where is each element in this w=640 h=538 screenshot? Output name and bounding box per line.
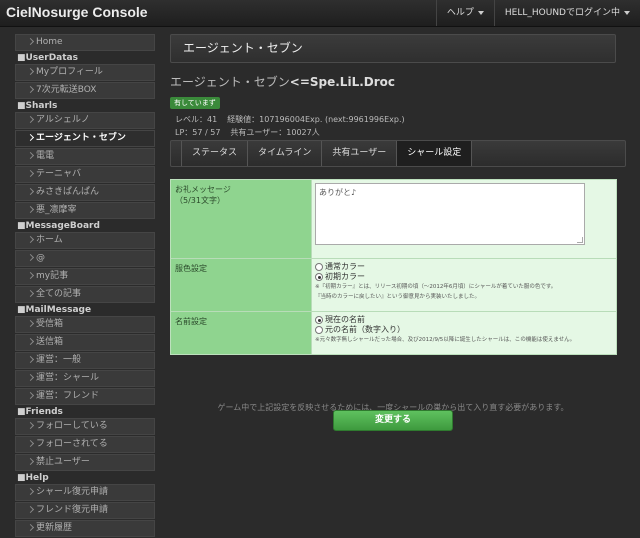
tab-bar: ステータス タイムライン 共有ユーザー シャール設定 — [170, 140, 626, 167]
color-option-initial-label: 初期カラー — [325, 272, 365, 281]
settings-form: お礼メッセージ （5/31文字） ありがと♪ 服色設定 通常カラー 初期カラー … — [170, 179, 617, 355]
name-label: 名前設定 — [171, 312, 312, 354]
sidebar-item[interactable]: 電電 — [15, 148, 155, 165]
radio-normal-color[interactable] — [315, 263, 323, 271]
sidebar-item[interactable]: 運営：シャール — [15, 370, 155, 387]
sidebar-item[interactable]: 悪_凛摩宰 — [15, 202, 155, 219]
user-menu-label: HELL_HOUNDでログイン中 — [504, 8, 620, 18]
name-option-current[interactable]: 現在の名前 — [315, 315, 613, 325]
sidebar-item[interactable]: 更新履歴 — [15, 520, 155, 537]
tab-item[interactable]: タイムライン — [248, 141, 323, 166]
color-option-initial[interactable]: 初期カラー — [315, 272, 613, 282]
sidebar-item[interactable]: みさきぱんぱん — [15, 184, 155, 201]
help-menu[interactable]: ヘルプ — [435, 0, 494, 26]
submit-button[interactable]: 変更する — [333, 410, 453, 431]
sidebar-item[interactable]: シャール復元申請 — [15, 484, 155, 501]
color-row: 服色設定 通常カラー 初期カラー ※『初期カラー』とは、リリース初期の頃（〜20… — [171, 259, 616, 312]
sidebar-item[interactable]: @ — [15, 250, 155, 267]
app-title[interactable]: CielNosurge Console — [6, 4, 148, 20]
name-option-original-label: 元の名前（数字入り） — [325, 325, 405, 334]
sidebar-item[interactable]: エージェント・セブン — [15, 130, 155, 147]
top-navbar: CielNosurge Console ヘルプ HELL_HOUNDでログイン中 — [0, 0, 640, 27]
message-label: お礼メッセージ （5/31文字） — [171, 180, 312, 258]
radio-initial-color[interactable] — [315, 273, 323, 281]
unit-name: エージェント・セブン<=Spe.LiL.Droc — [170, 73, 616, 90]
exp-text: 経験値：107196004Exp. (next:9961996Exp.) — [227, 115, 405, 124]
sidebar-item[interactable]: 7次元転送BOX — [15, 82, 155, 99]
message-field: ありがと♪ — [312, 180, 616, 258]
sidebar-section-heading: ■UserDatas — [17, 53, 78, 63]
unit-name-text: エージェント・セブン — [170, 75, 290, 89]
color-option-normal[interactable]: 通常カラー — [315, 262, 613, 272]
main-content: エージェント・セブン エージェント・セブン<=Spe.LiL.Droc 有してい… — [170, 34, 626, 431]
status-badge: 有していまず — [170, 97, 220, 109]
name-note: ※元々数字無しシャールだった場合、及び2012/9/5以降に誕生したシャールは、… — [315, 337, 576, 343]
sidebar: Home ■UserDatas Myプロフィール 7次元転送BOX ■Sharls アルシ… — [15, 34, 155, 538]
sidebar-item[interactable]: Myプロフィール — [15, 64, 155, 81]
sidebar-item[interactable]: テーニャバ — [15, 166, 155, 183]
chevron-down-icon — [477, 10, 484, 15]
sidebar-section-heading: ■Help — [17, 473, 49, 483]
page-title: エージェント・セブン — [170, 34, 616, 63]
sidebar-section-heading: ■MailMessage — [17, 305, 92, 315]
sidebar-item[interactable]: 送信箱 — [15, 334, 155, 351]
help-menu-label: ヘルプ — [446, 8, 474, 18]
sidebar-item[interactable]: フレンド復元申請 — [15, 502, 155, 519]
unit-name-suffix: <=Spe.LiL.Droc — [289, 75, 396, 89]
unit-stats: レベル：41 経験値：107196004Exp. (next:9961996Exp… — [170, 113, 616, 139]
top-nav: ヘルプ HELL_HOUNDでログイン中 — [435, 0, 640, 26]
chevron-down-icon — [624, 10, 630, 15]
radio-original-name[interactable] — [315, 326, 323, 334]
tab-item[interactable]: ステータス — [181, 141, 249, 166]
sidebar-section-heading: ■MessageBoard — [17, 221, 100, 231]
sidebar-section-heading: ■Sharls — [17, 101, 58, 111]
tab-item[interactable]: 共有ユーザー — [322, 141, 398, 166]
sidebar-item[interactable]: 禁止ユーザー — [15, 454, 155, 471]
color-label: 服色設定 — [171, 259, 312, 311]
message-textarea[interactable]: ありがと♪ — [315, 183, 585, 245]
sidebar-item[interactable]: 運営：フレンド — [15, 388, 155, 405]
lp-text: LP：57 / 57 — [175, 128, 221, 137]
sidebar-item[interactable]: フォローしている — [15, 418, 155, 435]
user-menu[interactable]: HELL_HOUNDでログイン中 — [493, 0, 640, 26]
color-note-1: ※『初期カラー』とは、リリース初期の頃（〜2012年6月頃）にシャールが着ていた… — [315, 284, 557, 290]
level-text: レベル：41 — [175, 115, 218, 124]
sidebar-item[interactable]: 運営：一般 — [15, 352, 155, 369]
sidebar-item[interactable]: アルシェルノ — [15, 112, 155, 129]
sidebar-item[interactable]: my記事 — [15, 268, 155, 285]
name-field: 現在の名前 元の名前（数字入り） ※元々数字無しシャールだった場合、及び2012… — [312, 312, 616, 354]
name-option-original[interactable]: 元の名前（数字入り） — [315, 325, 613, 335]
name-option-current-label: 現在の名前 — [325, 315, 365, 324]
sidebar-item[interactable]: フォローされてる — [15, 436, 155, 453]
color-option-normal-label: 通常カラー — [325, 262, 365, 271]
message-row: お礼メッセージ （5/31文字） ありがと♪ — [171, 180, 616, 259]
radio-current-name[interactable] — [315, 316, 323, 324]
sidebar-item[interactable]: ホーム — [15, 232, 155, 249]
color-field: 通常カラー 初期カラー ※『初期カラー』とは、リリース初期の頃（〜2012年6月… — [312, 259, 616, 311]
tab-item[interactable]: シャール設定 — [397, 141, 473, 166]
sidebar-item[interactable]: 全ての記事 — [15, 286, 155, 303]
color-note-2: 『当時のカラーに戻したい』という御意見から実装いたしました。 — [315, 294, 481, 300]
shared-users-text: 共有ユーザー：10027人 — [230, 128, 320, 137]
sidebar-section-heading: ■Friends — [17, 407, 63, 417]
sidebar-item[interactable]: 受信箱 — [15, 316, 155, 333]
sidebar-item[interactable]: Home — [15, 34, 155, 51]
name-row: 名前設定 現在の名前 元の名前（数字入り） ※元々数字無しシャールだった場合、及… — [171, 312, 616, 354]
